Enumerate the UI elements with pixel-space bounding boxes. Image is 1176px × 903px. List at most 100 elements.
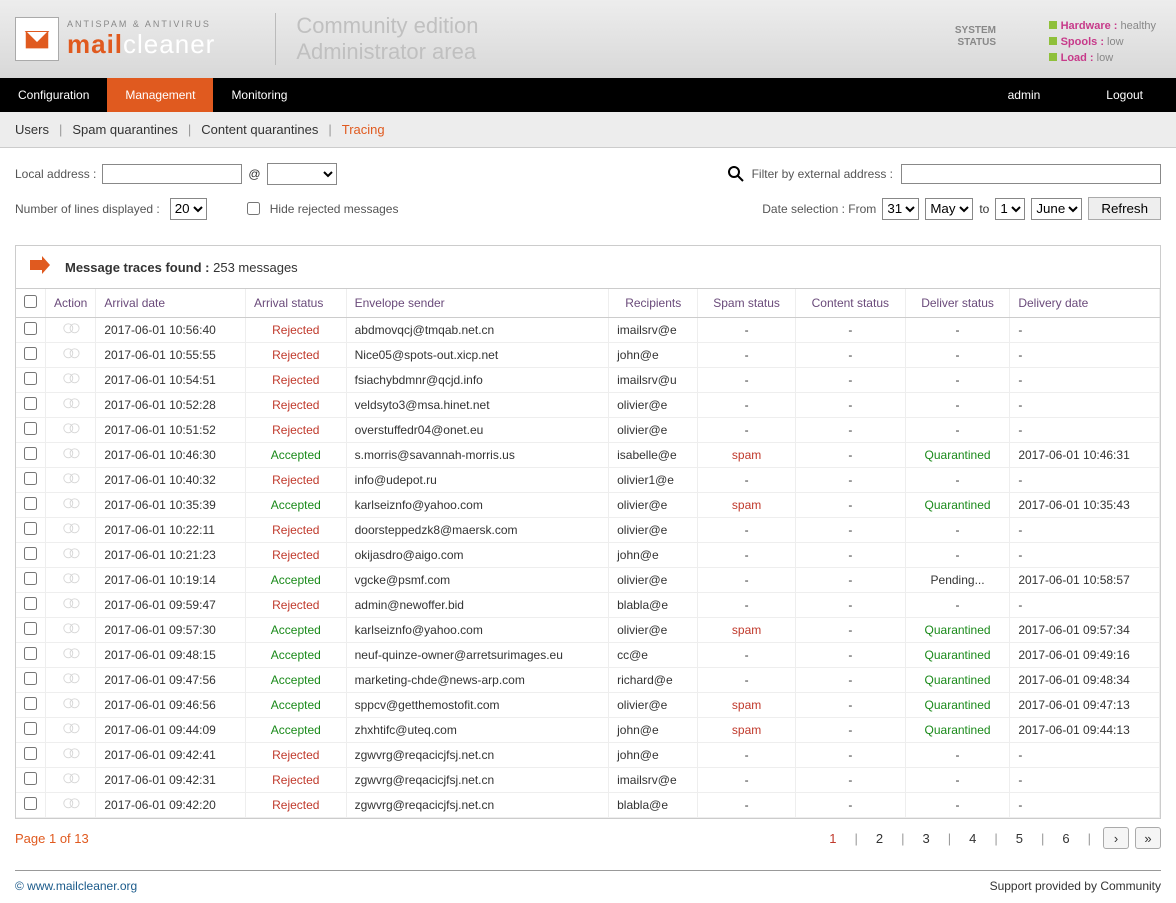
page-next[interactable]: › — [1103, 827, 1129, 849]
content-status: - — [795, 718, 905, 743]
row-checkbox[interactable] — [24, 697, 37, 710]
deliver-status: - — [905, 468, 1010, 493]
row-checkbox[interactable] — [24, 597, 37, 610]
col-header[interactable]: Deliver status — [905, 289, 1010, 318]
refresh-button[interactable]: Refresh — [1088, 197, 1161, 220]
subnav-item-tracing[interactable]: Tracing — [342, 122, 385, 137]
recipients: john@e — [609, 743, 698, 768]
col-header[interactable]: Envelope sender — [346, 289, 609, 318]
row-checkbox[interactable] — [24, 522, 37, 535]
row-checkbox[interactable] — [24, 397, 37, 410]
deliver-status: Quarantined — [905, 618, 1010, 643]
row-checkbox[interactable] — [24, 422, 37, 435]
action-icon[interactable] — [62, 472, 80, 486]
row-checkbox[interactable] — [24, 622, 37, 635]
row-checkbox[interactable] — [24, 647, 37, 660]
row-checkbox[interactable] — [24, 372, 37, 385]
action-icon[interactable] — [62, 697, 80, 711]
action-icon[interactable] — [62, 397, 80, 411]
local-address-input[interactable] — [102, 164, 242, 184]
delivery-date: - — [1010, 318, 1160, 343]
domain-select[interactable] — [267, 163, 337, 185]
col-header[interactable]: Arrival status — [246, 289, 347, 318]
action-icon[interactable] — [62, 572, 80, 586]
arrival-status: Rejected — [246, 768, 347, 793]
logo: ANTISPAM & ANTIVIRUS mailcleaner — [15, 17, 215, 61]
from-month-select[interactable]: May — [925, 198, 973, 220]
nav-item-management[interactable]: Management — [107, 78, 213, 112]
row-checkbox[interactable] — [24, 497, 37, 510]
page-number[interactable]: 1 — [823, 831, 842, 846]
page-last[interactable]: » — [1135, 827, 1161, 849]
row-checkbox[interactable] — [24, 722, 37, 735]
row-checkbox[interactable] — [24, 572, 37, 585]
action-icon[interactable] — [62, 722, 80, 736]
content-status: - — [795, 468, 905, 493]
row-checkbox[interactable] — [24, 747, 37, 760]
row-checkbox[interactable] — [24, 447, 37, 460]
subnav-item-users[interactable]: Users — [15, 122, 49, 137]
from-day-select[interactable]: 31 — [882, 198, 919, 220]
row-checkbox[interactable] — [24, 347, 37, 360]
content-status: - — [795, 618, 905, 643]
to-month-select[interactable]: June — [1031, 198, 1082, 220]
spam-status: spam — [698, 443, 796, 468]
nav-logout[interactable]: Logout — [1088, 78, 1161, 112]
row-checkbox[interactable] — [24, 772, 37, 785]
footer-link[interactable]: © www.mailcleaner.org — [15, 879, 137, 893]
row-checkbox[interactable] — [24, 322, 37, 335]
row-checkbox[interactable] — [24, 797, 37, 810]
col-header[interactable]: Recipients — [609, 289, 698, 318]
action-icon[interactable] — [62, 797, 80, 811]
subnav-item-spam-quarantines[interactable]: Spam quarantines — [72, 122, 178, 137]
row-checkbox[interactable] — [24, 472, 37, 485]
envelope-sender: abdmovqcj@tmqab.net.cn — [346, 318, 609, 343]
action-icon[interactable] — [62, 747, 80, 761]
status-items: Hardware : healthySpools : lowLoad : low — [1049, 18, 1156, 66]
select-all-checkbox[interactable] — [24, 295, 37, 308]
hide-rejected-checkbox[interactable] — [247, 202, 260, 215]
action-icon[interactable] — [62, 672, 80, 686]
nav-item-configuration[interactable]: Configuration — [0, 78, 107, 112]
action-icon[interactable] — [62, 622, 80, 636]
envelope-sender: info@udepot.ru — [346, 468, 609, 493]
action-icon[interactable] — [62, 772, 80, 786]
action-icon[interactable] — [62, 647, 80, 661]
page-number[interactable]: 4 — [963, 831, 982, 846]
table-row: 2017-06-01 09:42:41Rejectedzgwvrg@reqaci… — [16, 743, 1160, 768]
action-icon[interactable] — [62, 347, 80, 361]
col-header[interactable]: Content status — [795, 289, 905, 318]
page-number[interactable]: 2 — [870, 831, 889, 846]
to-day-select[interactable]: 1 — [995, 198, 1025, 220]
action-icon[interactable] — [62, 322, 80, 336]
external-address-input[interactable] — [901, 164, 1161, 184]
nav-user[interactable]: admin — [990, 78, 1059, 112]
sub-nav: Users|Spam quarantines|Content quarantin… — [0, 112, 1176, 148]
action-icon[interactable] — [62, 547, 80, 561]
nav-item-monitoring[interactable]: Monitoring — [213, 78, 305, 112]
arrival-status: Rejected — [246, 418, 347, 443]
delivery-date: - — [1010, 768, 1160, 793]
content-status: - — [795, 493, 905, 518]
page-number[interactable]: 6 — [1056, 831, 1075, 846]
action-icon[interactable] — [62, 497, 80, 511]
lines-select[interactable]: 20 — [170, 198, 207, 220]
action-icon[interactable] — [62, 447, 80, 461]
arrival-status: Accepted — [246, 668, 347, 693]
col-header[interactable]: Delivery date — [1010, 289, 1160, 318]
recipients: john@e — [609, 343, 698, 368]
action-icon[interactable] — [62, 422, 80, 436]
action-icon[interactable] — [62, 597, 80, 611]
envelope-sender: zgwvrg@reqacicjfsj.net.cn — [346, 768, 609, 793]
col-header[interactable]: Arrival date — [96, 289, 246, 318]
col-header[interactable]: Action — [46, 289, 96, 318]
page-number[interactable]: 5 — [1010, 831, 1029, 846]
action-icon[interactable] — [62, 372, 80, 386]
col-header[interactable]: Spam status — [698, 289, 796, 318]
page-number[interactable]: 3 — [917, 831, 936, 846]
action-icon[interactable] — [62, 522, 80, 536]
status-item: Spools : low — [1049, 34, 1156, 50]
row-checkbox[interactable] — [24, 547, 37, 560]
row-checkbox[interactable] — [24, 672, 37, 685]
subnav-item-content-quarantines[interactable]: Content quarantines — [201, 122, 318, 137]
